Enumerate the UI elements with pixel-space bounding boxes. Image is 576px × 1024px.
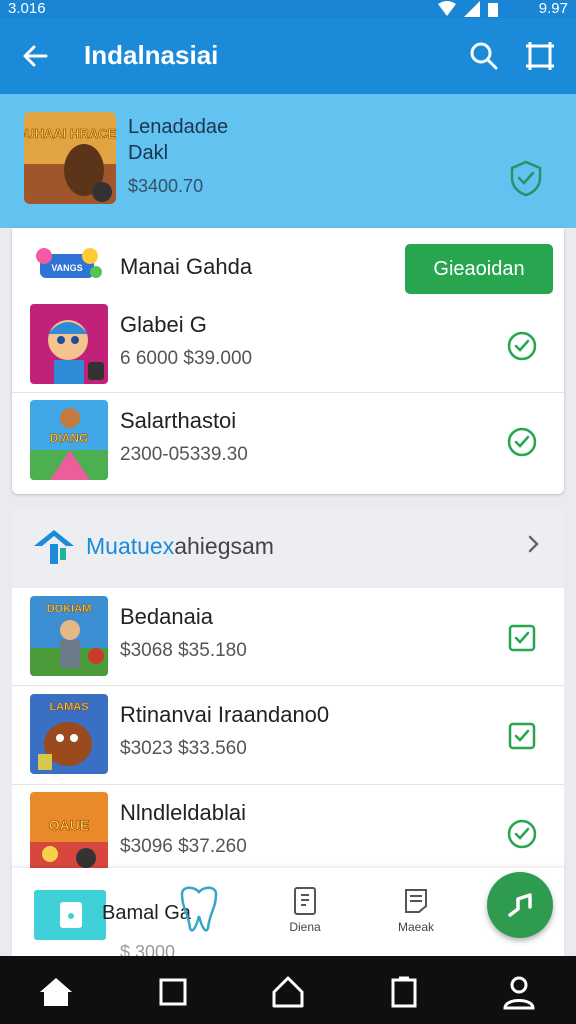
featured-banner[interactable]: GUHAAI HRACES Lenadadae Dakl $3400.70 xyxy=(0,94,576,228)
featured-thumb-text: GUHAAI HRACES xyxy=(24,126,116,141)
game-name: Rtinanvai Iraandano0 xyxy=(120,702,330,727)
game-name: Glabei G xyxy=(120,312,207,337)
check-circle-icon[interactable] xyxy=(506,330,538,362)
game-price: 6 6000 $39.000 xyxy=(120,348,253,369)
page-title: Indalnasiai xyxy=(84,40,219,70)
tab-maeak[interactable]: Maeak xyxy=(386,886,446,934)
game-thumbnail: OAUE xyxy=(30,792,108,872)
featured-title-line1: Lenadadae xyxy=(128,116,229,138)
game-thumb-text: DOKIAM xyxy=(47,603,92,615)
shield-check-icon[interactable] xyxy=(506,158,546,198)
get-button[interactable]: Gieaoidan xyxy=(405,244,553,294)
battery-icon xyxy=(488,3,498,17)
game-thumb-text: OAUE xyxy=(49,817,89,833)
featured-game-thumbnail: GUHAAI HRACES xyxy=(24,112,116,204)
check-circle-icon[interactable] xyxy=(506,818,538,850)
game-logo-icon: VANGS xyxy=(36,248,102,278)
checkbox-checked-icon[interactable] xyxy=(506,720,538,752)
clipboard-icon[interactable] xyxy=(384,972,424,1012)
music-note-icon xyxy=(508,893,532,917)
home-filled-icon[interactable] xyxy=(36,972,76,1012)
status-bar: 3.016 9.97 xyxy=(0,0,576,18)
section-title-rest: ahiegsam xyxy=(174,533,274,559)
card-header-title: Manai Gahda xyxy=(120,254,253,279)
featured-price: $3400.70 xyxy=(128,176,204,196)
status-icons xyxy=(438,1,498,17)
section-header[interactable]: Muatuexahiegsam xyxy=(12,508,564,588)
section-brand: Muatuex xyxy=(86,533,175,559)
tab-diena[interactable]: Diena xyxy=(275,886,335,934)
tab-label: Maeak xyxy=(397,920,435,934)
back-arrow-icon[interactable] xyxy=(18,38,54,74)
system-nav-bar xyxy=(0,956,576,1024)
signal-icon xyxy=(464,1,480,17)
game-name: Salarthastoi xyxy=(120,408,237,433)
app-bar: Indalnasiai xyxy=(0,18,576,94)
game-name: Nlndleldablai xyxy=(120,800,246,825)
square-icon[interactable] xyxy=(153,972,193,1012)
game-price: $3096 $37.260 xyxy=(120,836,247,857)
featured-title-line2: Dakl xyxy=(128,142,169,164)
shopping-bag-icon xyxy=(60,902,82,928)
bottom-mini-bar[interactable]: Bamal Ga Diena Maeak $ 3000 xyxy=(12,868,564,962)
game-thumbnail xyxy=(30,304,108,384)
bag-thumbnail xyxy=(34,890,106,940)
list-item[interactable]: DIANG Salarthastoi 2300-05339.30 xyxy=(12,392,564,490)
check-circle-icon[interactable] xyxy=(506,426,538,458)
crop-icon[interactable] xyxy=(522,38,558,74)
tab-label: Diena xyxy=(289,920,321,934)
game-name: Bedanaia xyxy=(120,604,213,629)
game-list-card-2: DOKIAM Bedanaia $3068 $35.180 LAMAS Rtin… xyxy=(12,588,564,888)
game-price: $3068 $35.180 xyxy=(120,640,247,661)
note-icon xyxy=(405,889,427,913)
list-item[interactable]: DOKIAM Bedanaia $3068 $35.180 xyxy=(12,588,564,686)
game-price: 2300-05339.30 xyxy=(120,444,248,465)
tooth-icon[interactable] xyxy=(172,882,226,936)
home-outline-icon[interactable] xyxy=(268,972,308,1012)
brand-logo-icon xyxy=(34,530,74,564)
game-thumbnail: DOKIAM xyxy=(30,596,108,676)
game-price: $3023 $33.560 xyxy=(120,738,247,759)
search-icon[interactable] xyxy=(466,38,502,74)
music-fab-button[interactable] xyxy=(487,872,553,938)
status-time: 3.016 xyxy=(8,0,46,17)
game-thumbnail: LAMAS xyxy=(30,694,108,774)
game-thumb-text: LAMAS xyxy=(49,701,88,713)
game-logo-text: VANGS xyxy=(51,263,82,273)
list-item[interactable]: Glabei G 6 6000 $39.000 xyxy=(12,296,564,394)
list-item[interactable]: LAMAS Rtinanvai Iraandano0 $3023 $33.560 xyxy=(12,686,564,784)
phone-doc-icon xyxy=(294,887,316,915)
game-thumb-text: DIANG xyxy=(50,431,89,445)
wifi-icon xyxy=(438,1,456,16)
game-thumbnail: DIANG xyxy=(30,400,108,480)
section-title: Muatuexahiegsam xyxy=(86,533,274,560)
status-battery-text: 9.97 xyxy=(538,0,568,17)
game-list-card: VANGS Manai Gahda Gieaoidan Glabei G 6 6… xyxy=(12,228,564,494)
checkbox-checked-icon[interactable] xyxy=(506,622,538,654)
person-icon[interactable] xyxy=(499,972,539,1012)
chevron-right-icon[interactable] xyxy=(522,532,546,556)
